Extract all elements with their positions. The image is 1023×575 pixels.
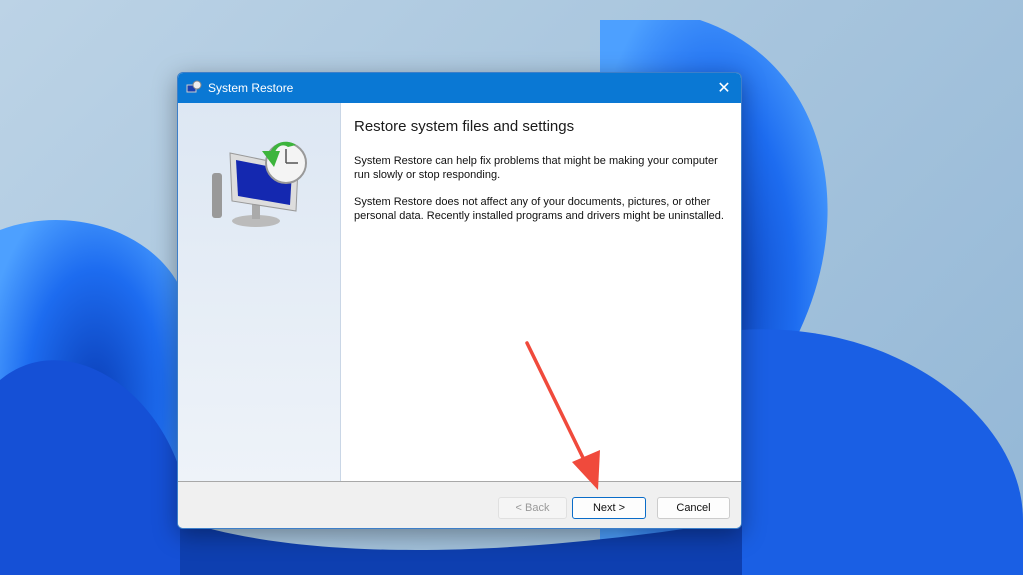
system-restore-illustration-icon: [212, 141, 307, 227]
content-area: Restore system files and settings System…: [354, 103, 731, 223]
close-button[interactable]: ✕: [707, 73, 741, 103]
description-paragraph-1: System Restore can help fix problems tha…: [354, 155, 718, 181]
side-panel: [178, 103, 341, 482]
next-button[interactable]: Next >: [572, 497, 646, 519]
close-icon: ✕: [717, 80, 731, 97]
page-heading: Restore system files and settings: [354, 118, 575, 135]
cancel-button[interactable]: Cancel: [657, 497, 730, 519]
description-paragraph-2: System Restore does not affect any of yo…: [354, 196, 724, 222]
title-bar: System Restore ✕: [178, 73, 741, 103]
button-bar: < Back Next > Cancel: [178, 481, 741, 528]
window-title: System Restore: [208, 81, 294, 95]
system-restore-dialog: System Restore ✕ Restore system files an…: [177, 72, 742, 529]
back-button[interactable]: < Back: [498, 497, 567, 519]
system-restore-icon: [186, 80, 202, 93]
